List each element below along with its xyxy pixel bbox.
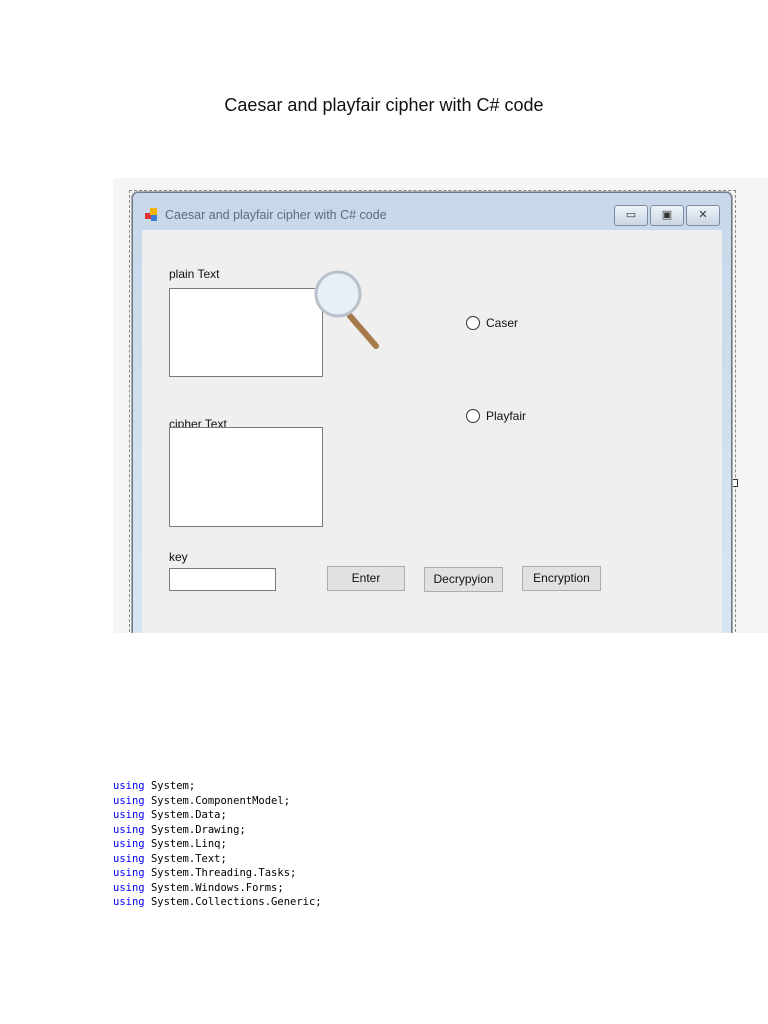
namespace: System.Linq;: [150, 838, 227, 850]
code-block: using System; using System.ComponentModel…: [113, 779, 322, 910]
encryption-button[interactable]: Encryption: [522, 566, 601, 591]
keyword: using: [113, 838, 145, 850]
keyword: using: [113, 852, 145, 865]
playfair-radio-label[interactable]: Playfair: [486, 409, 526, 423]
keyword: using: [113, 867, 145, 879]
app-icon: [145, 208, 157, 221]
magnifier-icon: [314, 270, 379, 349]
keyword: using: [113, 823, 145, 836]
window-title: Caesar and playfair cipher with C# code: [165, 208, 387, 222]
cipher-text-input[interactable]: [169, 427, 323, 527]
plain-text-label: plain Text: [169, 267, 220, 281]
code-line: using System.ComponentModel;: [113, 794, 322, 809]
code-line: using System.Collections.Generic;: [113, 895, 322, 910]
code-line: using System.Drawing;: [113, 823, 322, 838]
namespace: System.Threading.Tasks;: [150, 867, 297, 879]
enter-button[interactable]: Enter: [327, 566, 405, 591]
document-title: Caesar and playfair cipher with C# code: [224, 95, 544, 115]
namespace: System.Windows.Forms;: [150, 881, 284, 894]
namespace: System.Drawing;: [150, 823, 246, 836]
namespace: System;: [150, 780, 196, 792]
code-line: using System.Windows.Forms;: [113, 881, 322, 896]
maximize-button[interactable]: ▣: [650, 205, 684, 226]
code-line: using System.Linq;: [113, 837, 322, 852]
keyword: using: [113, 794, 145, 807]
playfair-radio[interactable]: [466, 409, 480, 423]
code-line: using System.Data;: [113, 808, 322, 823]
app-window: Caesar and playfair cipher with C# code …: [132, 192, 732, 633]
code-line: using System;: [113, 779, 322, 794]
code-line: using System.Threading.Tasks;: [113, 866, 322, 881]
key-input[interactable]: [169, 568, 276, 591]
namespace: System.ComponentModel;: [150, 794, 291, 807]
form-client-area: plain Text cipher Text Caser Playfair ke…: [142, 230, 722, 633]
key-label: key: [169, 550, 188, 564]
namespace: System.Data;: [150, 809, 227, 821]
code-line: using System.Text;: [113, 852, 322, 867]
keyword: using: [113, 809, 145, 821]
keyword: using: [113, 881, 145, 894]
minimize-button[interactable]: ▭: [614, 205, 648, 226]
close-button[interactable]: ✕: [686, 205, 720, 226]
caesar-radio-label[interactable]: Caser: [486, 316, 518, 330]
form-screenshot: Caesar and playfair cipher with C# code …: [113, 178, 768, 633]
caesar-radio[interactable]: [466, 316, 480, 330]
namespace: System.Text;: [150, 852, 227, 865]
keyword: using: [113, 780, 145, 792]
keyword: using: [113, 896, 145, 908]
plain-text-input[interactable]: [169, 288, 323, 377]
decryption-button[interactable]: Decrypyion: [424, 567, 503, 592]
namespace: System.Collections.Generic;: [150, 896, 322, 908]
